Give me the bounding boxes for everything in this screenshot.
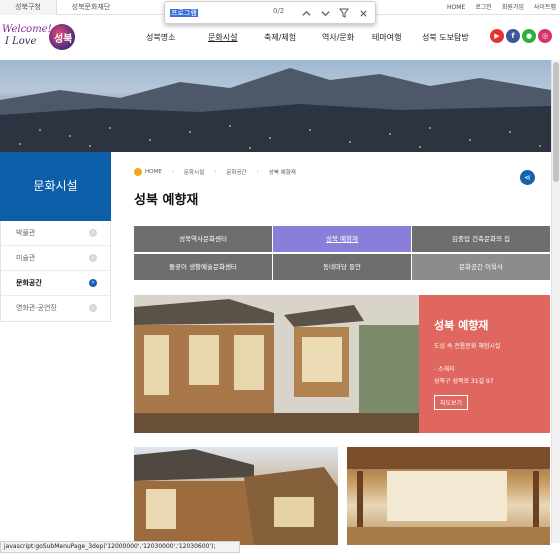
- sidebar-item-museum[interactable]: 박물관 ›: [1, 221, 110, 246]
- hero-landscape-graphic: [0, 68, 551, 152]
- address-value: 성북구 성북로 31길 97: [434, 378, 494, 385]
- scrollbar-thumb[interactable]: [553, 62, 559, 182]
- chevron-right-icon: ›: [89, 254, 97, 262]
- facebook-icon[interactable]: f: [506, 29, 520, 43]
- sitemap-link[interactable]: 사이트맵: [534, 0, 556, 15]
- find-bar: 프로그램 0/2: [164, 1, 376, 24]
- logo-line-2: I Love: [5, 36, 37, 47]
- chevron-right-icon: ›: [89, 279, 97, 287]
- sidebar-item-label: 박물관: [16, 229, 36, 237]
- chevron-down-icon: [320, 10, 330, 16]
- home-link[interactable]: HOME: [447, 0, 465, 15]
- utility-links: HOME 로그인 회원가입 사이트맵: [447, 0, 556, 15]
- hanok-exterior-illustration: [134, 449, 338, 545]
- page-title: 성북 예향재: [134, 193, 199, 208]
- nav-item-walking-tour[interactable]: 성북 도보탐방: [422, 32, 469, 43]
- filter-icon: [339, 8, 349, 18]
- sidebar-item-label: 문화공간: [16, 279, 42, 287]
- map-view-button[interactable]: 지도보기: [434, 395, 469, 410]
- login-link[interactable]: 로그인: [475, 0, 492, 15]
- sidebar-item-cultural-space[interactable]: 문화공간 ›: [1, 271, 110, 296]
- sidebar-item-theater[interactable]: 영화관·공연장 ›: [1, 296, 110, 321]
- tab-lee-yuksa-space[interactable]: 문화공간 이육사: [412, 254, 550, 280]
- instagram-icon[interactable]: ◎: [538, 29, 552, 43]
- page-scrollbar[interactable]: [551, 60, 560, 543]
- sidebar-item-label: 미술관: [16, 254, 36, 262]
- breadcrumb-home[interactable]: HOME: [145, 169, 162, 175]
- sidebar-item-art-gallery[interactable]: 미술관 ›: [1, 246, 110, 271]
- sidebar-title: 문화시설: [0, 152, 111, 221]
- chevron-right-icon: ›: [89, 304, 97, 312]
- feature-title: 성북 예향재: [434, 319, 489, 332]
- youtube-icon[interactable]: ▶: [490, 29, 504, 43]
- sidebar-menu: 박물관 › 미술관 › 문화공간 › 영화관·공연장 ›: [0, 221, 111, 322]
- find-next-button[interactable]: [318, 5, 332, 21]
- browser-status-url: javascript:goSubMenuPage_3dep('12000000'…: [0, 541, 240, 553]
- chevron-up-icon: [301, 10, 311, 16]
- logo-mark-text: 성북: [54, 34, 73, 45]
- home-icon[interactable]: [134, 168, 142, 176]
- close-icon: [359, 9, 367, 17]
- hanok-photo: [134, 295, 419, 433]
- facility-tabs: 성북역사문화센터 성북 예향재 김중업 건축문화의 집 돌곶이 생활예술문화센터…: [134, 226, 550, 281]
- share-button[interactable]: ⋖: [520, 170, 535, 185]
- nav-item-attractions[interactable]: 성북명소: [146, 32, 208, 43]
- tab-kim-jungup-house[interactable]: 김중업 건축문화의 집: [412, 226, 550, 252]
- feature-section: 성북 예향재 도심 속 전통문화 체험시설 - 소재지 성북구 성북로 31길 …: [134, 295, 550, 433]
- feature-info-panel: 성북 예향재 도심 속 전통문화 체험시설 - 소재지 성북구 성북로 31길 …: [419, 295, 550, 433]
- site-tab-seongbuk-gu[interactable]: 성북구청: [0, 0, 57, 15]
- tab-dolgoji-center[interactable]: 돌곶이 생활예술문화센터: [134, 254, 272, 280]
- nav-item-cultural-facilities[interactable]: 문화시설: [208, 32, 264, 43]
- tab-dongne-madang[interactable]: 동네마당 들안: [273, 254, 411, 280]
- find-close-button[interactable]: [356, 5, 370, 21]
- hanok-exterior-photo: [134, 447, 338, 545]
- feature-subtitle: 도심 속 전통문화 체험시설: [434, 343, 501, 350]
- logo-mark[interactable]: 성북: [49, 24, 75, 50]
- nav-item-history-culture[interactable]: 역사/문화: [322, 32, 372, 43]
- share-icon: ⋖: [524, 173, 531, 182]
- breadcrumb-separator-icon: ›: [256, 169, 259, 175]
- breadcrumb-cultural-space[interactable]: 문화공간: [226, 168, 246, 176]
- sidebar-item-label: 영화관·공연장: [16, 304, 57, 312]
- find-input[interactable]: 프로그램: [170, 6, 264, 20]
- social-links: ▶ f ● ◎: [490, 29, 552, 43]
- find-filter-button[interactable]: [337, 5, 351, 21]
- hero-cityscape-image: [0, 60, 551, 152]
- nav-item-theme-travel[interactable]: 테마여행: [372, 32, 422, 43]
- chevron-right-icon: ›: [89, 229, 97, 237]
- breadcrumb-cultural-facilities[interactable]: 문화시설: [184, 168, 204, 176]
- kakao-icon[interactable]: ●: [522, 29, 536, 43]
- hanok-illustration: [134, 295, 419, 433]
- site-logo[interactable]: Welcome! I Love: [2, 24, 52, 52]
- breadcrumb-current: 성북 예향재: [268, 170, 296, 176]
- breadcrumb-separator-icon: ›: [214, 169, 217, 175]
- hanok-interior-illustration: [347, 447, 550, 545]
- tab-yehyangjae[interactable]: 성북 예향재: [273, 226, 411, 252]
- breadcrumb: HOME › 문화시설 › 문화공간 › 성북 예향재: [134, 168, 296, 176]
- address-label: - 소재지: [434, 366, 455, 373]
- signup-link[interactable]: 회원가입: [502, 0, 524, 15]
- nav-item-festivals[interactable]: 축제/체험: [264, 32, 322, 43]
- breadcrumb-separator-icon: ›: [171, 169, 174, 175]
- tab-history-center[interactable]: 성북역사문화센터: [134, 226, 272, 252]
- find-match-count: 0/2: [273, 7, 285, 15]
- hanok-interior-photo: [347, 447, 550, 545]
- main-navigation: 성북명소 문화시설 축제/체험 역사/문화 테마여행 성북 도보탐방: [146, 32, 469, 43]
- find-previous-button[interactable]: [299, 5, 313, 21]
- site-tab-cultural-foundation[interactable]: 성북문화재단: [57, 0, 125, 15]
- logo-line-1: Welcome!: [2, 24, 52, 35]
